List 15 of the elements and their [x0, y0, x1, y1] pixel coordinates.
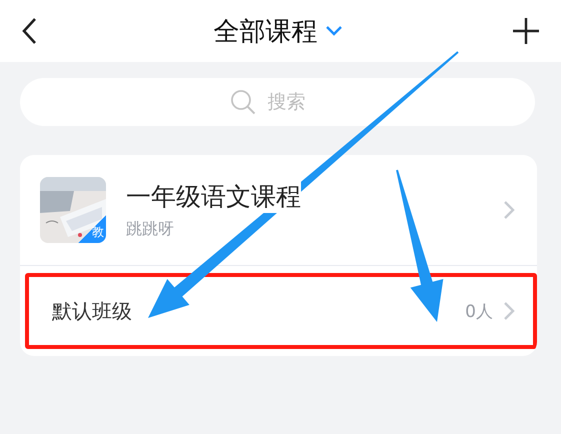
- teacher-badge: 教: [78, 215, 106, 243]
- member-count: 0人: [465, 300, 493, 322]
- plus-icon: [513, 18, 539, 44]
- add-button[interactable]: [513, 16, 539, 46]
- search-icon: [230, 89, 256, 115]
- teacher-name: 跳跳呀: [126, 219, 175, 240]
- class-name: 默认班级: [52, 298, 133, 324]
- search-field[interactable]: 搜索: [266, 90, 326, 114]
- chevron-icon: [503, 301, 515, 321]
- back-icon: [21, 17, 37, 45]
- chevron-icon: [503, 200, 515, 220]
- class-item[interactable]: 默认班级 0人: [20, 266, 537, 356]
- course-filter-dropdown[interactable]: 全部课程: [214, 14, 342, 48]
- course-title: 一年级语文课程: [126, 180, 301, 213]
- caret-icon: [326, 26, 342, 36]
